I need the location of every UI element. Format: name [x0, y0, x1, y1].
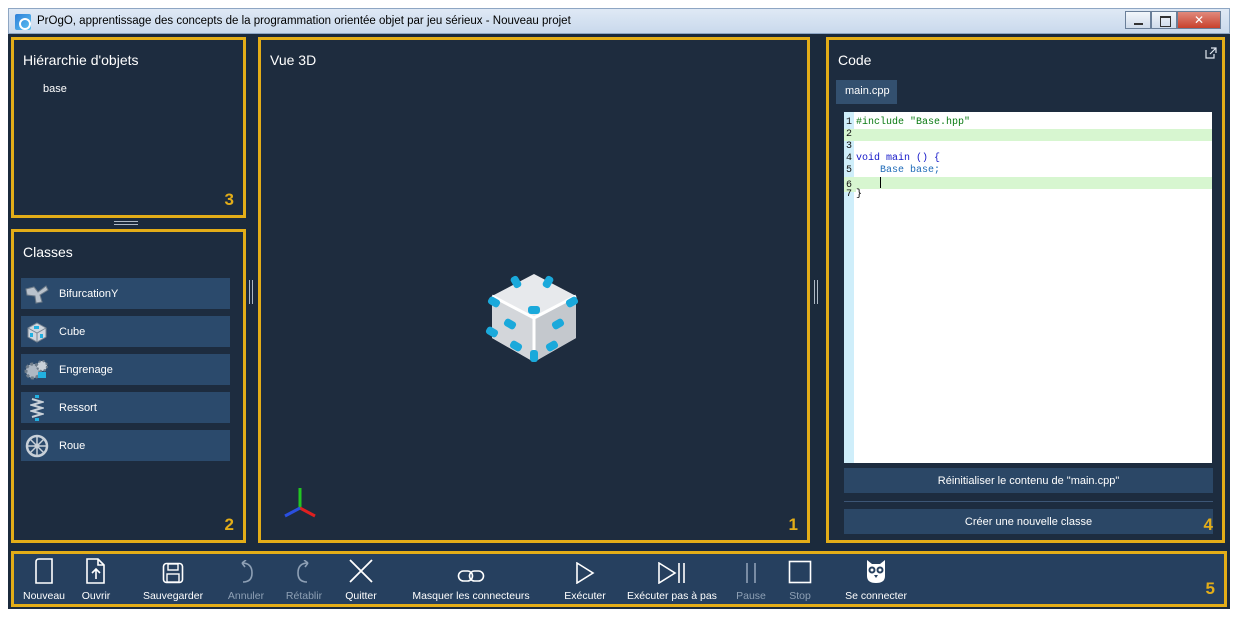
class-item-bifurcationy[interactable]: BifurcationY	[21, 278, 230, 309]
classes-panel: Classes BifurcationY Cube Engrenage Ress…	[11, 229, 246, 543]
code-line: 5 Base base;	[846, 165, 941, 176]
panel-number: 3	[224, 190, 234, 209]
gear-piece-icon	[23, 357, 51, 383]
code-line: 4 void main () {	[846, 153, 941, 164]
spring-icon	[23, 394, 51, 421]
panel-number: 5	[1205, 579, 1215, 598]
play-icon	[568, 554, 602, 586]
bifurcation-icon	[23, 281, 51, 307]
app-window: Hiérarchie d'objets base 3 Classes Bifur…	[8, 34, 1230, 609]
view3d-panel[interactable]: Vue 3D 1	[258, 37, 810, 543]
run-button[interactable]: Exécuter	[560, 554, 610, 606]
code-panel: Code main.cpp 1 #include "Base.hpp" 2 3 4…	[826, 37, 1225, 543]
hierarchy-title: Hiérarchie d'objets	[23, 52, 139, 68]
class-item-label: BifurcationY	[59, 287, 119, 300]
pause-icon	[734, 554, 768, 586]
new-file-icon	[27, 554, 61, 586]
step-icon	[655, 554, 689, 586]
tree-item-base[interactable]: base	[43, 83, 67, 95]
cube-3d-model[interactable]	[484, 266, 584, 366]
quit-button[interactable]: Quitter	[339, 554, 383, 606]
open-file-icon	[79, 554, 113, 586]
redo-icon	[287, 554, 321, 586]
code-editor[interactable]: 1 #include "Base.hpp" 2 3 4 void main () {…	[844, 112, 1212, 463]
redo-button[interactable]: Rétablir	[280, 554, 328, 606]
link-icon	[454, 554, 488, 586]
minimize-button[interactable]	[1125, 11, 1151, 29]
class-item-label: Roue	[59, 439, 86, 452]
wheel-icon	[23, 433, 51, 459]
tab-main-cpp[interactable]: main.cpp	[836, 80, 897, 104]
reset-main-cpp-button[interactable]: Réinitialiser le contenu de "main.cpp"	[844, 468, 1213, 493]
window-titlebar[interactable]: PrOgO, apprentissage des concepts de la …	[8, 8, 1230, 34]
right-splitter-handle[interactable]	[814, 280, 818, 304]
close-icon	[344, 554, 378, 586]
left-splitter-handle[interactable]	[249, 280, 253, 304]
new-button[interactable]: Nouveau	[20, 554, 68, 606]
code-line: 2	[844, 129, 1212, 141]
code-line: 3	[846, 141, 853, 152]
save-icon	[156, 554, 190, 586]
owl-icon	[859, 554, 893, 586]
code-line: 6	[844, 177, 1212, 192]
horizontal-splitter-handle[interactable]	[114, 221, 138, 225]
popout-icon[interactable]	[1205, 47, 1217, 59]
pause-button[interactable]: Pause	[733, 554, 769, 606]
class-item-engrenage[interactable]: Engrenage	[21, 354, 230, 385]
panel-number: 2	[224, 515, 234, 534]
panel-number: 4	[1203, 515, 1213, 534]
panel-number: 1	[788, 515, 798, 534]
toolbar-panel: Nouveau Ouvrir Sauvegarder Annuler Rétab	[11, 551, 1227, 607]
code-line: 1 #include "Base.hpp"	[846, 117, 971, 128]
divider	[844, 501, 1213, 502]
class-item-cube[interactable]: Cube	[21, 316, 230, 347]
class-item-label: Ressort	[59, 401, 97, 414]
app-icon	[15, 14, 31, 30]
classes-title: Classes	[23, 244, 73, 260]
window-controls	[1125, 11, 1221, 29]
class-item-label: Engrenage	[59, 363, 113, 376]
undo-icon	[229, 554, 263, 586]
undo-button[interactable]: Annuler	[222, 554, 270, 606]
step-run-button[interactable]: Exécuter pas à pas	[624, 554, 720, 606]
text-caret	[880, 177, 882, 188]
axis-gizmo	[284, 488, 316, 518]
close-window-button[interactable]	[1177, 11, 1221, 29]
save-button[interactable]: Sauvegarder	[137, 554, 209, 606]
hierarchy-panel: Hiérarchie d'objets base 3	[11, 37, 246, 218]
class-item-roue[interactable]: Roue	[21, 430, 230, 461]
stop-icon	[783, 554, 817, 586]
view3d-title: Vue 3D	[270, 52, 317, 68]
code-line: 7}	[846, 189, 863, 200]
create-class-button[interactable]: Créer une nouvelle classe	[844, 509, 1213, 534]
login-button[interactable]: Se connecter	[836, 554, 916, 606]
class-item-label: Cube	[59, 325, 86, 338]
maximize-button[interactable]	[1151, 11, 1177, 29]
hide-connectors-button[interactable]: Masquer les connecteurs	[406, 554, 536, 606]
cube-icon	[23, 319, 51, 345]
stop-button[interactable]: Stop	[782, 554, 818, 606]
open-button[interactable]: Ouvrir	[76, 554, 116, 606]
class-item-ressort[interactable]: Ressort	[21, 392, 230, 423]
window-title: PrOgO, apprentissage des concepts de la …	[37, 15, 571, 27]
code-title: Code	[838, 52, 872, 68]
